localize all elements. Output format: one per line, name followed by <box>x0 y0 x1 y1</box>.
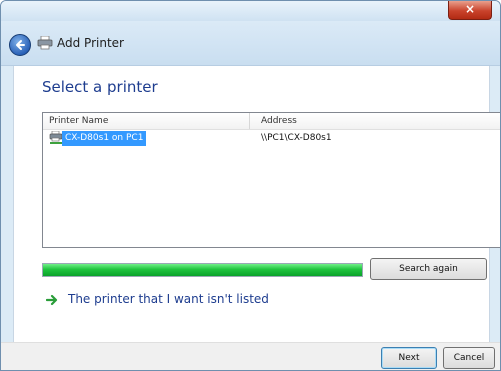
page-heading: Select a printer <box>42 78 158 96</box>
column-header-address[interactable]: Address <box>261 114 297 128</box>
search-progress-bar <box>42 263 363 277</box>
cancel-button[interactable]: Cancel <box>443 347 495 369</box>
printer-icon <box>37 36 53 50</box>
search-again-button[interactable]: Search again <box>370 258 487 280</box>
window-title: Add Printer <box>57 36 124 50</box>
add-printer-window: × Add Printer Select a printer Printer N… <box>0 0 501 371</box>
title-bar: × <box>1 1 500 21</box>
close-icon: × <box>464 2 476 16</box>
printer-list[interactable]: Printer Name Address CX-D80s1 on PC1 \\P… <box>42 112 500 248</box>
footer-bar: Next Cancel <box>1 342 500 370</box>
green-arrow-icon <box>46 294 58 306</box>
printer-address: \\PC1\CX-D80s1 <box>261 133 332 143</box>
progress-fill <box>43 264 362 276</box>
close-button[interactable]: × <box>448 1 492 20</box>
printer-not-listed-link[interactable]: The printer that I want isn't listed <box>68 290 269 308</box>
navigation-bar: Add Printer <box>1 21 500 66</box>
printer-name[interactable]: CX-D80s1 on PC1 <box>62 131 147 146</box>
wizard-content: Select a printer Printer Name Address CX… <box>13 66 500 342</box>
next-button[interactable]: Next <box>381 347 437 369</box>
back-button[interactable] <box>9 34 31 56</box>
back-arrow-icon <box>16 40 25 50</box>
list-header: Printer Name Address <box>43 113 500 130</box>
network-printer-icon <box>49 131 63 144</box>
column-header-printer-name[interactable]: Printer Name <box>49 114 108 128</box>
column-divider[interactable] <box>249 113 250 129</box>
printer-row[interactable]: CX-D80s1 on PC1 \\PC1\CX-D80s1 <box>43 131 500 147</box>
